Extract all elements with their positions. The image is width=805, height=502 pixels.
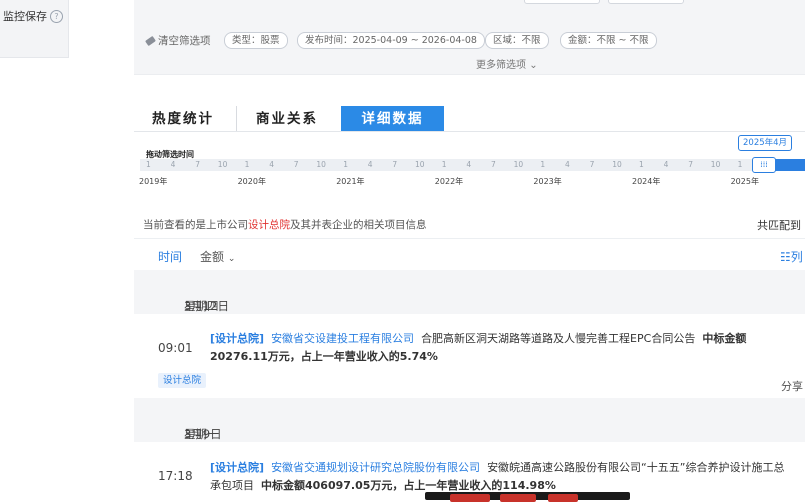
filter-chip-region[interactable]: 区域：不限 bbox=[485, 32, 549, 49]
overlay-mark bbox=[500, 494, 536, 502]
timeline-month-tick: 10 bbox=[415, 160, 425, 169]
timeline-month-tick: 10 bbox=[217, 160, 228, 169]
timeline-year-label: 2019年 bbox=[139, 177, 168, 186]
timeline-month-tick: 1 bbox=[244, 160, 250, 169]
filter-chip-publish-time[interactable]: 发布时间：2025-04-09 ~ 2026-04-08 bbox=[297, 32, 485, 49]
timeline-drag-handle[interactable]: ⁞⁞⁞ bbox=[752, 157, 776, 173]
total-matched-label: 共匹配到 bbox=[757, 219, 801, 232]
timeline-month-tick: 1 bbox=[343, 160, 348, 169]
record-company-link[interactable]: 安徽省交通规划设计研究总院股份有限公司 bbox=[271, 461, 480, 474]
chevron-down-icon: ⌄ bbox=[529, 60, 538, 71]
record-company-link[interactable]: 安徽省交设建投工程有限公司 bbox=[271, 332, 414, 345]
timeline-month-tick: 1 bbox=[441, 160, 447, 169]
day-header: 3月12日 星期四 bbox=[134, 270, 805, 314]
timeline-year-label: 2023年 bbox=[533, 177, 562, 186]
record-content[interactable]: [设计总院] 安徽省交通规划设计研究总院股份有限公司 安徽皖通高速公路股份有限公… bbox=[210, 459, 790, 495]
record-amount: 中标金额406097.05万元，占上一年营业收入的114.98% bbox=[261, 479, 556, 492]
timeline-date-tooltip: 2025年4月 bbox=[738, 135, 793, 151]
clear-filters-button[interactable]: 清空筛选项 bbox=[145, 33, 211, 48]
timeline-month-tick: 1 bbox=[737, 160, 743, 169]
timeline-year-label: 2020年 bbox=[237, 177, 266, 186]
help-icon[interactable]: ? bbox=[50, 10, 63, 23]
record-tag[interactable]: [设计总院] bbox=[210, 332, 264, 345]
timeline-year-label: 2025年 bbox=[730, 177, 759, 186]
overlay-mark bbox=[450, 494, 490, 502]
sort-by-amount-button[interactable]: 金额 ⌄ bbox=[200, 248, 235, 265]
filter-panel: 清空筛选项 类型：股票 发布时间：2025-04-09 ~ 2026-04-08… bbox=[134, 0, 805, 75]
timeline-month-tick: 7 bbox=[195, 160, 200, 169]
timeline-year-label: 2021年 bbox=[336, 177, 365, 186]
left-panel: 监控保存? bbox=[0, 0, 69, 58]
tab-detailed-data[interactable]: 详细数据 bbox=[341, 106, 444, 132]
eraser-icon bbox=[145, 35, 156, 47]
sort-by-time-button[interactable]: 时间 bbox=[158, 248, 182, 265]
filter-chip-amount[interactable]: 金额：不限 ~ 不限 bbox=[560, 32, 657, 49]
timeline-track[interactable] bbox=[140, 159, 805, 171]
timeline-year-label: 2022年 bbox=[434, 177, 464, 186]
timeline-month-tick: 4 bbox=[367, 160, 373, 169]
tab-business-relations[interactable]: 商业关系 bbox=[256, 106, 318, 132]
timeline-month-tick: 4 bbox=[663, 160, 669, 169]
company-badge[interactable]: 设计总院 bbox=[158, 373, 207, 388]
filter-dropdown-a[interactable] bbox=[524, 0, 600, 4]
day-header: 3月9日 星期一 bbox=[134, 398, 805, 442]
record-tag[interactable]: [设计总院] bbox=[210, 461, 264, 474]
filter-chip-type[interactable]: 类型：股票 bbox=[224, 32, 288, 49]
tab-underline bbox=[134, 131, 805, 132]
timeline-month-tick: 1 bbox=[639, 160, 644, 169]
overlay-mark bbox=[548, 494, 578, 502]
timeline-month-tick: 7 bbox=[293, 160, 299, 169]
timeline-month-tick: 7 bbox=[392, 160, 398, 169]
timeline-month-tick: 4 bbox=[269, 160, 274, 169]
timeline-year-label: 2024年 bbox=[632, 177, 661, 186]
timeline-selected-range bbox=[775, 159, 805, 171]
filter-dropdown-b[interactable] bbox=[608, 0, 684, 4]
list-view-toggle[interactable]: ☷列 bbox=[780, 248, 803, 265]
timeline-month-tick: 1 bbox=[540, 160, 546, 169]
timeline-month-tick: 7 bbox=[589, 160, 595, 169]
tab-divider bbox=[236, 106, 237, 132]
timeline-month-tick: 7 bbox=[688, 160, 693, 169]
timeline-month-tick: 10 bbox=[316, 160, 326, 169]
timeline-month-tick: 10 bbox=[612, 160, 622, 169]
company-name-highlight[interactable]: 设计总院 bbox=[248, 219, 290, 231]
chevron-down-icon: ⌄ bbox=[227, 254, 236, 264]
timeline-month-tick: 10 bbox=[710, 160, 721, 169]
timeline-month-tick: 4 bbox=[466, 160, 472, 169]
timeline-month-tick: 7 bbox=[491, 160, 496, 169]
tab-heat-stats[interactable]: 热度统计 bbox=[152, 106, 214, 132]
timeline-month-tick: 4 bbox=[170, 160, 176, 169]
monitor-save-label: 监控保存 bbox=[3, 10, 47, 23]
divider bbox=[134, 238, 805, 239]
record-time: 17:18 bbox=[158, 469, 193, 483]
record-time: 09:01 bbox=[158, 341, 193, 355]
current-view-info: 当前查看的是上市公司设计总院及其并表企业的相关项目信息 bbox=[143, 219, 427, 231]
monitor-save-item[interactable]: 监控保存? bbox=[3, 8, 63, 24]
timeline-month-tick: 4 bbox=[565, 160, 570, 169]
more-filters-toggle[interactable]: 更多筛选项 ⌄ bbox=[476, 56, 538, 71]
record-title: 合肥高新区洞天湖路等道路及人慢完善工程EPC合同公告 bbox=[421, 332, 696, 345]
share-button[interactable]: 分享 bbox=[781, 378, 803, 394]
list-icon: ☷ bbox=[780, 250, 791, 264]
record-content[interactable]: [设计总院] 安徽省交设建投工程有限公司 合肥高新区洞天湖路等道路及人慢完善工程… bbox=[210, 330, 790, 366]
timeline-month-tick: 1 bbox=[146, 160, 151, 169]
timeline-month-tick: 10 bbox=[513, 160, 524, 169]
